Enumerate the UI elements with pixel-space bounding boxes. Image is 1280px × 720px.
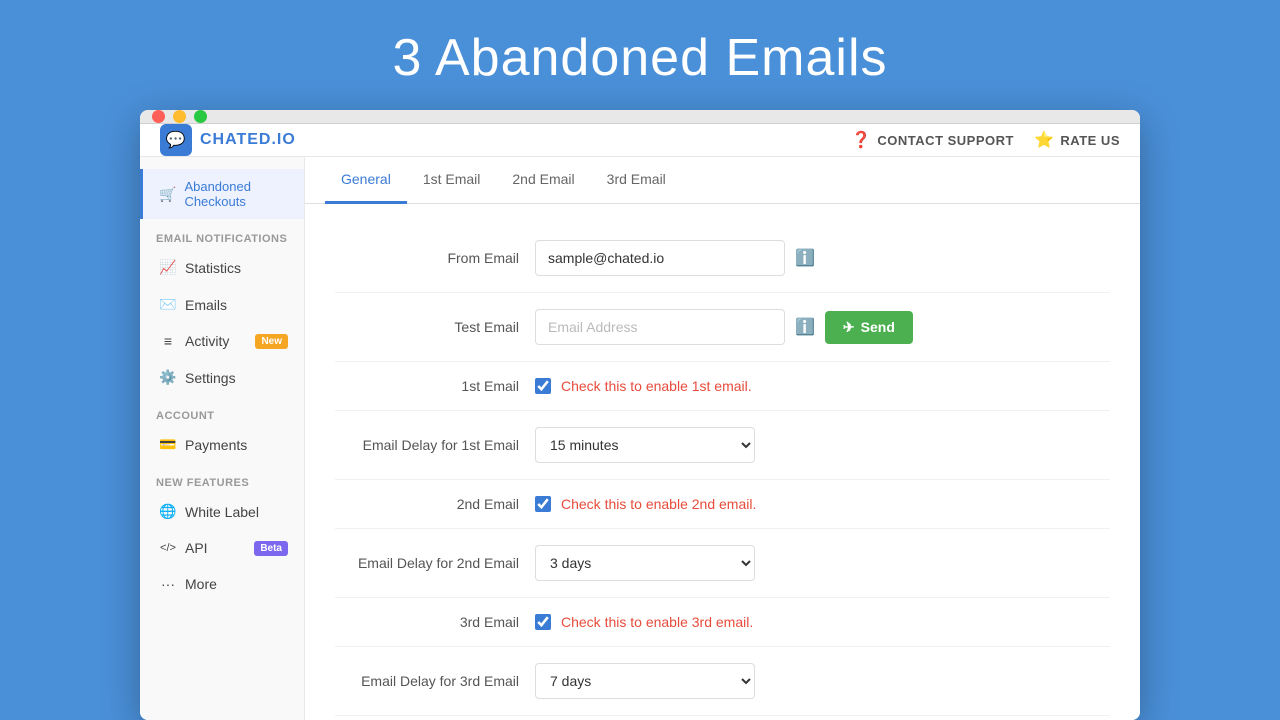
page-title-area: 3 Abandoned Emails xyxy=(0,0,1280,110)
topbar: 💬 CHATED.IO ❓ CONTACT SUPPORT ⭐ RATE US xyxy=(140,124,1140,157)
email-2nd-checkbox[interactable] xyxy=(535,496,551,512)
test-email-info-icon[interactable]: ℹ️ xyxy=(795,317,815,337)
logo-text: CHATED.IO xyxy=(200,131,296,149)
email-1st-control: Check this to enable 1st email. xyxy=(535,378,752,394)
titlebar xyxy=(140,110,1140,124)
star-icon: ⭐ xyxy=(1034,130,1054,150)
delay-3rd-select[interactable]: 3 days 5 days 7 days 14 days xyxy=(535,663,755,699)
logo-icon: 💬 xyxy=(160,124,192,156)
email-1st-label: 1st Email xyxy=(335,378,535,394)
delay-2nd-control: 1 day 2 days 3 days 5 days 7 days xyxy=(535,545,1110,581)
sidebar-item-label: Settings xyxy=(185,370,236,386)
sidebar-item-settings[interactable]: ⚙️ Settings xyxy=(140,359,304,396)
sidebar-item-statistics[interactable]: 📈 Statistics xyxy=(140,249,304,286)
sidebar-item-label: Emails xyxy=(185,297,227,313)
sidebar-item-emails[interactable]: ✉️ Emails xyxy=(140,286,304,323)
delay-1st-select[interactable]: 15 minutes 30 minutes 1 hour 2 hours xyxy=(535,427,755,463)
delay-1st-row: Email Delay for 1st Email 15 minutes 30 … xyxy=(335,411,1110,480)
sidebar-section-email-notifications: Email Notifications xyxy=(140,219,304,249)
content: General 1st Email 2nd Email 3rd Email Fr… xyxy=(305,157,1140,720)
sidebar-item-activity[interactable]: ≡ Activity New xyxy=(140,323,304,359)
from-email-label: From Email xyxy=(335,250,535,266)
email-3rd-check-text: Check this to enable 3rd email. xyxy=(561,614,753,630)
tab-2nd-email[interactable]: 2nd Email xyxy=(496,157,590,204)
sidebar-item-label: Statistics xyxy=(185,260,241,276)
sidebar-item-label: Activity xyxy=(185,333,229,349)
test-email-row: Test Email ℹ️ ✈ Send xyxy=(335,293,1110,362)
settings-icon: ⚙️ xyxy=(159,369,177,386)
dot-green[interactable] xyxy=(194,110,207,123)
delay-2nd-select[interactable]: 1 day 2 days 3 days 5 days 7 days xyxy=(535,545,755,581)
delay-2nd-label: Email Delay for 2nd Email xyxy=(335,555,535,571)
email-3rd-row: 3rd Email Check this to enable 3rd email… xyxy=(335,598,1110,647)
send-label: Send xyxy=(861,319,895,335)
sidebar-item-label: API xyxy=(185,540,208,556)
sidebar-item-label: Payments xyxy=(185,437,247,453)
question-icon: ❓ xyxy=(851,130,871,150)
sidebar-section-account: Account xyxy=(140,396,304,426)
from-email-control: ℹ️ xyxy=(535,240,1110,276)
sidebar-item-abandoned-checkouts[interactable]: 🛒 Abandoned Checkouts xyxy=(140,169,304,219)
delay-1st-label: Email Delay for 1st Email xyxy=(335,437,535,453)
sidebar-item-white-label[interactable]: 🌐 White Label xyxy=(140,493,304,530)
page-title: 3 Abandoned Emails xyxy=(392,29,887,87)
sidebar-item-label: Abandoned Checkouts xyxy=(184,179,288,209)
cart-icon: 🛒 xyxy=(159,186,176,203)
test-email-label: Test Email xyxy=(335,319,535,335)
form-area: From Email ℹ️ Test Email ℹ️ ✈ Send xyxy=(305,204,1140,720)
email-1st-checkbox[interactable] xyxy=(535,378,551,394)
rate-us-button[interactable]: ⭐ RATE US xyxy=(1034,130,1120,150)
email-3rd-checkbox[interactable] xyxy=(535,614,551,630)
send-icon: ✈ xyxy=(843,319,855,336)
test-email-input[interactable] xyxy=(535,309,785,345)
logo[interactable]: 💬 CHATED.IO xyxy=(160,124,296,156)
email-1st-check-text: Check this to enable 1st email. xyxy=(561,378,752,394)
email-1st-row: 1st Email Check this to enable 1st email… xyxy=(335,362,1110,411)
email-icon: ✉️ xyxy=(159,296,177,313)
dot-yellow[interactable] xyxy=(173,110,186,123)
contact-support-label: CONTACT SUPPORT xyxy=(877,133,1014,148)
delay-3rd-control: 3 days 5 days 7 days 14 days xyxy=(535,663,1110,699)
sidebar-section-new-features: New Features xyxy=(140,463,304,493)
from-email-info-icon[interactable]: ℹ️ xyxy=(795,248,815,268)
from-email-row: From Email ℹ️ xyxy=(335,224,1110,293)
tab-3rd-email[interactable]: 3rd Email xyxy=(591,157,682,204)
email-2nd-label: 2nd Email xyxy=(335,496,535,512)
globe-icon: 🌐 xyxy=(159,503,177,520)
beta-badge: Beta xyxy=(254,541,288,556)
delay-3rd-row: Email Delay for 3rd Email 3 days 5 days … xyxy=(335,647,1110,716)
main-area: 🛒 Abandoned Checkouts Email Notification… xyxy=(140,157,1140,720)
sidebar-item-label: White Label xyxy=(185,504,259,520)
dot-red[interactable] xyxy=(152,110,165,123)
new-badge: New xyxy=(255,334,288,349)
send-button[interactable]: ✈ Send xyxy=(825,311,913,344)
payments-icon: 💳 xyxy=(159,436,177,453)
tabs-bar: General 1st Email 2nd Email 3rd Email xyxy=(305,157,1140,204)
chart-icon: 📈 xyxy=(159,259,177,276)
sidebar-item-payments[interactable]: 💳 Payments xyxy=(140,426,304,463)
rate-us-label: RATE US xyxy=(1060,133,1120,148)
topbar-actions: ❓ CONTACT SUPPORT ⭐ RATE US xyxy=(851,130,1120,150)
test-email-control: ℹ️ ✈ Send xyxy=(535,309,1110,345)
email-3rd-control: Check this to enable 3rd email. xyxy=(535,614,753,630)
delay-2nd-row: Email Delay for 2nd Email 1 day 2 days 3… xyxy=(335,529,1110,598)
more-icon: ··· xyxy=(159,576,177,592)
email-2nd-control: Check this to enable 2nd email. xyxy=(535,496,756,512)
activity-icon: ≡ xyxy=(159,333,177,349)
from-email-input[interactable] xyxy=(535,240,785,276)
delay-3rd-label: Email Delay for 3rd Email xyxy=(335,673,535,689)
email-3rd-label: 3rd Email xyxy=(335,614,535,630)
sidebar: 🛒 Abandoned Checkouts Email Notification… xyxy=(140,157,305,720)
email-2nd-row: 2nd Email Check this to enable 2nd email… xyxy=(335,480,1110,529)
sidebar-item-api[interactable]: </> API Beta xyxy=(140,530,304,566)
delay-1st-control: 15 minutes 30 minutes 1 hour 2 hours xyxy=(535,427,1110,463)
sidebar-item-more[interactable]: ··· More xyxy=(140,566,304,602)
email-2nd-check-text: Check this to enable 2nd email. xyxy=(561,496,756,512)
code-icon: </> xyxy=(159,542,177,554)
tab-1st-email[interactable]: 1st Email xyxy=(407,157,497,204)
tab-general[interactable]: General xyxy=(325,157,407,204)
sidebar-item-label: More xyxy=(185,576,217,592)
contact-support-button[interactable]: ❓ CONTACT SUPPORT xyxy=(851,130,1014,150)
window: 💬 CHATED.IO ❓ CONTACT SUPPORT ⭐ RATE US … xyxy=(140,110,1140,720)
